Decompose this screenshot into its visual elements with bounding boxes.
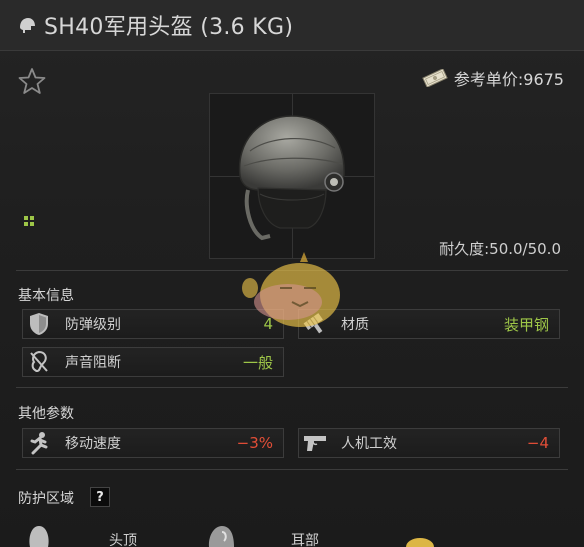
grid-size-icon: [24, 211, 34, 226]
stat-sound-blocking: 声音阻断 一般: [22, 347, 284, 377]
muted-ear-icon: [23, 348, 55, 376]
protection-heading: 防护区域: [18, 491, 74, 507]
basic-info-heading: 基本信息: [18, 288, 74, 304]
zone-ears: 耳部: [206, 522, 319, 547]
stat-label: 防弹级别: [65, 317, 121, 333]
head-top-icon: [24, 522, 54, 547]
stat-value: −3%: [236, 434, 273, 452]
item-inspect-window: SH40军用头盔 (3.6 KG) 参考单价:9675 耐久度:50.0/50.…: [0, 0, 584, 547]
title-bar-edge: [560, 0, 584, 50]
zone-label: 耳部: [291, 533, 319, 547]
cash-icon: [422, 68, 448, 88]
stat-ergonomics: 人机工效 −4: [298, 428, 560, 458]
helmet-icon: [18, 16, 36, 34]
shield-icon: [23, 310, 55, 338]
stat-value: 装甲钢: [503, 315, 549, 334]
window-title: SH40军用头盔 (3.6 KG): [44, 15, 294, 40]
other-params-heading: 其他参数: [18, 406, 74, 422]
zone-head-top: 头顶: [24, 522, 137, 547]
reference-price: 参考单价:9675: [422, 66, 564, 90]
favorite-star-icon[interactable]: [18, 67, 46, 95]
divider: [16, 469, 568, 470]
title-bar[interactable]: SH40军用头盔 (3.6 KG): [0, 0, 584, 51]
zone-label: 头顶: [109, 533, 137, 547]
running-man-icon: [23, 429, 55, 457]
stat-label: 人机工效: [341, 436, 397, 452]
stat-move-speed: 移动速度 −3%: [22, 428, 284, 458]
stat-value: 一般: [242, 353, 273, 372]
helmet-image: [238, 115, 345, 241]
stat-label: 移动速度: [65, 436, 121, 452]
stat-label: 声音阻断: [65, 355, 121, 371]
mascot-watermark: [242, 252, 340, 327]
item-preview: [209, 93, 375, 259]
mascot-watermark: [406, 538, 434, 547]
divider: [16, 387, 568, 388]
ear-icon: [206, 522, 236, 547]
price-label: 参考单价:9675: [453, 70, 564, 89]
help-icon[interactable]: ?: [90, 487, 110, 507]
pistol-icon: [299, 429, 331, 457]
stat-value: −4: [526, 434, 549, 452]
durability-label: 耐久度:50.0/50.0: [439, 240, 561, 258]
